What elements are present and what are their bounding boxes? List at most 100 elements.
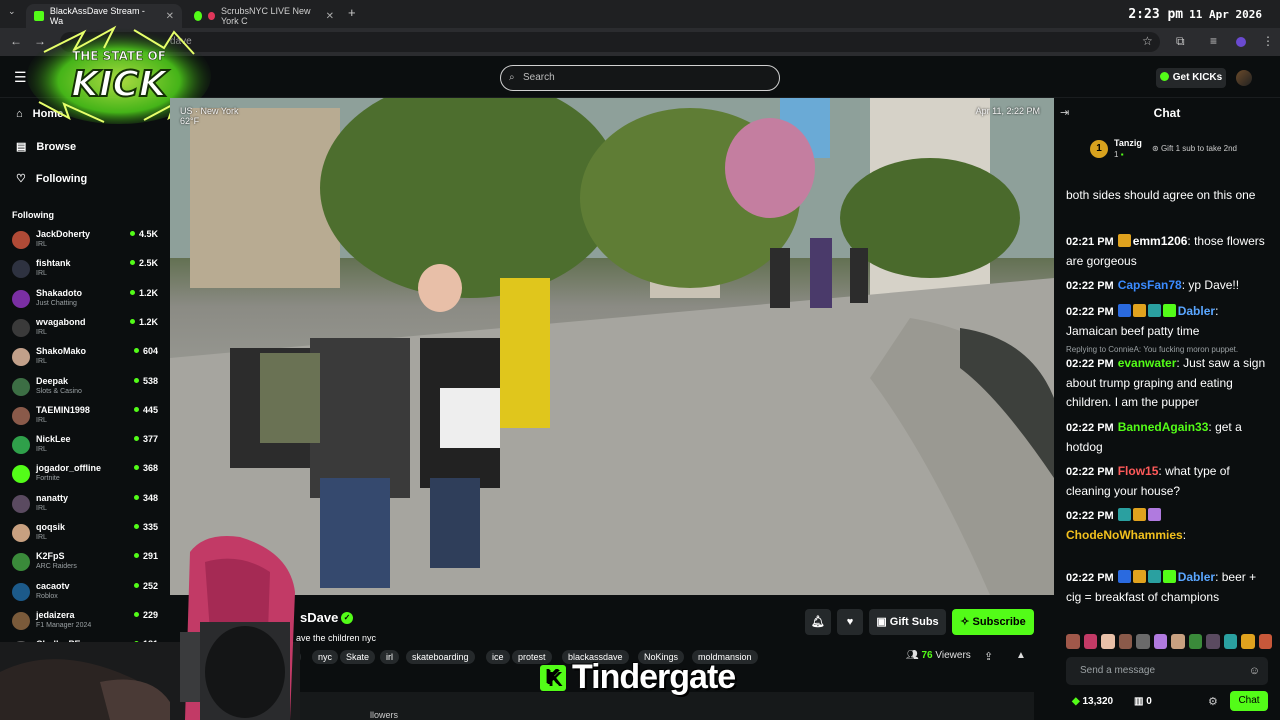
reading-list-icon[interactable]: ≡ [1210, 34, 1217, 48]
viewer-count: 👥︎ 76 Viewers [906, 650, 971, 661]
report-icon[interactable]: ▲ [1016, 650, 1026, 661]
channel-category: IRL [36, 504, 47, 512]
chat-badge-icon [1147, 508, 1161, 521]
message-username[interactable]: ChodeNoWhammies [1066, 528, 1183, 542]
message-username[interactable]: CapsFan78 [1118, 278, 1182, 292]
channel-viewers: 348 [134, 493, 158, 503]
emote-icon[interactable] [1188, 634, 1202, 649]
following-channel[interactable]: Deepak Slots & Casino 538 [12, 373, 162, 401]
channel-name: NickLee [36, 434, 71, 445]
url-field[interactable]: dave [60, 32, 1160, 52]
message-username[interactable]: evanwater [1118, 356, 1177, 370]
message-username[interactable]: emm1206 [1133, 234, 1188, 248]
following-channel[interactable]: nanatty IRL 348 [12, 490, 162, 518]
emote-icon[interactable] [1171, 634, 1185, 649]
reply-note: Replying to ConnieA: You fucking moron p… [1066, 345, 1239, 354]
chat-message[interactable]: 02:22 PM Dabler: beer + cig = breakfast o… [1066, 568, 1272, 607]
stream-tag[interactable]: Skate [340, 650, 376, 664]
chat-message[interactable]: 02:22 PM ChodeNoWhammies: [1066, 506, 1272, 545]
chat-input[interactable]: Send a message ☺ [1066, 657, 1268, 685]
message-username[interactable]: Dabler [1178, 570, 1215, 584]
chat-message[interactable]: 02:22 PM evanwater: Just saw a sign about… [1066, 354, 1272, 412]
channel-name: wvagabond [36, 316, 86, 327]
channel-avatar [12, 318, 30, 337]
stream-tag[interactable]: irl [380, 650, 399, 664]
message-username[interactable]: Dabler [1178, 304, 1215, 318]
chat-settings-icon[interactable]: ⚙ [1208, 695, 1218, 708]
new-tab-icon[interactable]: + [348, 5, 356, 20]
kicks-balance[interactable]: ◆ 13,320 [1072, 696, 1113, 707]
browser-menu-icon[interactable]: ⋮ [1262, 34, 1274, 48]
emote-icon[interactable] [1136, 634, 1150, 649]
extensions-icon[interactable]: ⧉ [1176, 34, 1185, 49]
emote-icon[interactable] [1118, 634, 1132, 649]
channel-name: ShakoMako [36, 346, 87, 357]
channel-category: IRL [36, 328, 47, 336]
chat-badge-icon [1117, 570, 1131, 583]
star-icon: ✧ [960, 616, 970, 628]
user-avatar[interactable] [1236, 70, 1252, 86]
following-channel[interactable]: fishtank IRL 2.5K [12, 255, 162, 283]
subscribe-button[interactable]: ✧ Subscribe [952, 609, 1034, 635]
emote-icon[interactable] [1101, 634, 1115, 649]
search-input[interactable]: ⌕ Search [500, 65, 780, 91]
follow-heart-button[interactable]: ♥ [837, 609, 863, 635]
stream-tag[interactable]: skateboarding [406, 650, 475, 664]
streamer-name[interactable]: sDave [300, 610, 338, 625]
chat-message[interactable]: 02:22 PM Dabler: Jamaican beef patty time [1066, 302, 1272, 341]
channel-category: IRL [36, 358, 47, 366]
followers-label: llowers [370, 710, 399, 720]
notification-bell-button[interactable]: 🔔︎ [805, 609, 831, 635]
emote-icon[interactable] [1223, 634, 1237, 649]
channel-name: JackDoherty [36, 229, 91, 239]
chat-message[interactable]: 02:22 PM BannedAgain33: get a hotdog [1066, 418, 1272, 457]
gift-icon: ▪ [1120, 150, 1124, 159]
sidebar-item-browse[interactable]: ▤ Browse [16, 140, 76, 154]
channel-name: jogador_offline [36, 463, 101, 474]
video-player[interactable]: US · New York 62°F Apr 11, 2:22 PM [170, 98, 1054, 595]
emote-icon[interactable] [1153, 634, 1167, 649]
following-channel[interactable]: wvagabond IRL 1.2K [12, 314, 162, 342]
following-channel[interactable]: ShakoMako IRL 604 [12, 343, 162, 371]
emote-icon[interactable] [1206, 634, 1220, 649]
emote-icon[interactable] [1083, 634, 1097, 649]
emote-icon[interactable] [1066, 634, 1080, 649]
following-channel[interactable]: jogador_offline Fortnite 368 [12, 460, 162, 488]
bookmark-star-icon[interactable]: ☆ [1142, 34, 1153, 48]
channel-category: Just Chatting [36, 299, 77, 307]
profile-icon[interactable] [1236, 37, 1246, 47]
following-channel[interactable]: TAEMIN1998 IRL 445 [12, 402, 162, 430]
close-tab-icon[interactable]: ✕ [166, 11, 174, 22]
gift-leaderboard[interactable]: 1 Tanzig 1 ▪ ⊛ Gift 1 sub to take 2nd [1090, 136, 1270, 166]
message-username[interactable]: Flow15 [1118, 464, 1159, 478]
following-channel[interactable]: NickLee IRL 377 [12, 431, 162, 459]
chat-message[interactable]: 02:22 PM Flow15: what type of cleaning yo… [1066, 462, 1272, 501]
following-channel[interactable]: Shakadoto Just Chatting 1.2K [12, 285, 162, 313]
message-username[interactable]: BannedAgain33 [1118, 420, 1209, 434]
gift-subs-button[interactable]: ▣ Gift Subs [869, 609, 946, 635]
back-icon[interactable]: ← [10, 34, 22, 48]
sidebar-item-following[interactable]: ♡ Following [16, 172, 87, 186]
chat-message[interactable]: both sides should agree on this one [1066, 186, 1272, 205]
chat-message[interactable]: 02:21 PM emm1206: those flowers are gorge… [1066, 232, 1272, 271]
following-channel[interactable]: JackDoherty IRL 4.5K [12, 226, 162, 254]
channel-avatar [12, 348, 30, 367]
svg-text:KICK: KICK [71, 64, 170, 105]
share-icon[interactable]: ⇪ [984, 650, 993, 663]
emote-icon[interactable] [1258, 634, 1272, 649]
chat-send-button[interactable]: Chat [1230, 691, 1268, 711]
chat-badge-icon [1147, 570, 1161, 583]
caption-overlay: K Tindergate [540, 658, 736, 697]
tab-list-icon[interactable]: ⌄ [8, 6, 16, 17]
get-kicks-button[interactable]: Get KICKs [1156, 68, 1226, 88]
emote-icon[interactable] [1241, 634, 1255, 649]
stream-tag[interactable]: nyc [312, 650, 339, 664]
channel-avatar [12, 406, 30, 425]
stream-tag[interactable]: ice [486, 650, 510, 664]
collapse-chat-icon[interactable]: ⇥ [1060, 106, 1069, 119]
close-tab-icon[interactable]: ✕ [326, 11, 334, 22]
chat-message[interactable]: 02:22 PM CapsFan78: yp Dave!! [1066, 276, 1272, 296]
gift-count[interactable]: ▥ 0 [1134, 696, 1152, 707]
emoji-icon[interactable]: ☺ [1249, 657, 1260, 685]
channel-name: Shakadoto [36, 287, 83, 298]
